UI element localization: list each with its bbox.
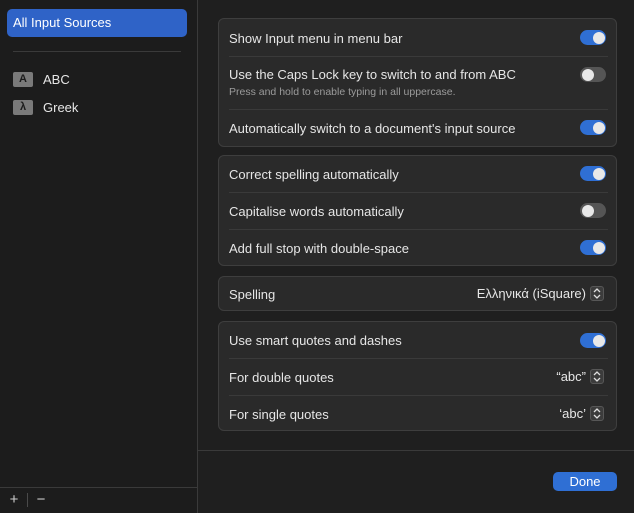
correct-spelling-toggle[interactable] bbox=[580, 166, 606, 181]
add-source-button[interactable]: + bbox=[5, 490, 23, 510]
sidebar-divider bbox=[13, 51, 181, 52]
double-quotes-value: “abc” bbox=[556, 369, 586, 384]
full-stop-label: Add full stop with double-space bbox=[229, 241, 409, 256]
toggle-knob bbox=[581, 204, 594, 217]
toggle-knob bbox=[581, 68, 594, 81]
capitalise-label: Capitalise words automatically bbox=[229, 204, 404, 219]
spelling-label: Spelling bbox=[229, 287, 276, 302]
auto-switch-row: Automatically switch to a document's inp… bbox=[219, 110, 616, 147]
show-input-menu-label: Show Input menu in menu bar bbox=[229, 31, 403, 46]
greek-keyboard-icon: λ bbox=[13, 99, 33, 115]
correct-spelling-row: Correct spelling automatically bbox=[219, 156, 616, 193]
correct-spelling-label: Correct spelling automatically bbox=[229, 167, 399, 182]
sidebar-footer-divider bbox=[0, 487, 197, 488]
full-stop-row: Add full stop with double-space bbox=[219, 230, 616, 266]
auto-switch-label: Automatically switch to a document's inp… bbox=[229, 121, 516, 136]
input-sources-sidebar: All Input Sources A ABC λ Greek + − bbox=[0, 0, 198, 513]
text-correction-group: Correct spelling automatically Capitalis… bbox=[218, 155, 617, 266]
smart-quotes-toggle[interactable] bbox=[580, 333, 606, 348]
smart-quotes-group: Use smart quotes and dashes For double q… bbox=[218, 321, 617, 431]
sidebar-item-label: Greek bbox=[43, 99, 79, 115]
footer-button-separator bbox=[27, 493, 28, 507]
input-menu-settings-group: Show Input menu in menu bar Use the Caps… bbox=[218, 18, 617, 147]
spelling-group: Spelling Ελληνικά (iSquare) bbox=[218, 276, 617, 311]
double-quotes-row: For double quotes “abc” bbox=[219, 359, 616, 396]
spelling-language-value: Ελληνικά (iSquare) bbox=[476, 286, 586, 301]
footer-divider bbox=[198, 450, 634, 451]
abc-keyboard-icon: A bbox=[13, 71, 33, 87]
toggle-knob bbox=[592, 334, 605, 347]
remove-source-button[interactable]: − bbox=[32, 490, 50, 510]
up-down-chevron-icon bbox=[590, 406, 604, 421]
auto-switch-toggle[interactable] bbox=[580, 120, 606, 135]
single-quotes-select[interactable]: ‘abc’ bbox=[559, 406, 604, 421]
toggle-knob bbox=[592, 31, 605, 44]
done-button[interactable]: Done bbox=[553, 472, 617, 491]
show-input-menu-row: Show Input menu in menu bar bbox=[219, 19, 616, 56]
sidebar-item-all-input-sources[interactable]: All Input Sources bbox=[7, 9, 187, 37]
double-quotes-select[interactable]: “abc” bbox=[556, 369, 604, 384]
capitalise-row: Capitalise words automatically bbox=[219, 193, 616, 230]
sidebar-item-greek[interactable]: λ Greek bbox=[13, 97, 78, 117]
sidebar-item-label: ABC bbox=[43, 71, 70, 87]
double-quotes-label: For double quotes bbox=[229, 370, 334, 385]
single-quotes-label: For single quotes bbox=[229, 407, 329, 422]
spelling-language-select[interactable]: Ελληνικά (iSquare) bbox=[477, 286, 604, 301]
toggle-knob bbox=[592, 167, 605, 180]
caps-lock-sublabel: Press and hold to enable typing in all u… bbox=[229, 86, 456, 98]
full-stop-toggle[interactable] bbox=[580, 240, 606, 255]
capitalise-toggle[interactable] bbox=[580, 203, 606, 218]
smart-quotes-label: Use smart quotes and dashes bbox=[229, 333, 402, 348]
single-quotes-row: For single quotes ‘abc’ bbox=[219, 396, 616, 431]
show-input-menu-toggle[interactable] bbox=[580, 30, 606, 45]
smart-quotes-row: Use smart quotes and dashes bbox=[219, 322, 616, 359]
caps-lock-row: Use the Caps Lock key to switch to and f… bbox=[219, 57, 616, 109]
up-down-chevron-icon bbox=[590, 286, 604, 301]
toggle-knob bbox=[592, 241, 605, 254]
caps-lock-toggle[interactable] bbox=[580, 67, 606, 82]
single-quotes-value: ‘abc’ bbox=[559, 406, 586, 421]
toggle-knob bbox=[592, 121, 605, 134]
sidebar-item-abc[interactable]: A ABC bbox=[13, 69, 70, 89]
caps-lock-label: Use the Caps Lock key to switch to and f… bbox=[229, 67, 516, 82]
spelling-row: Spelling Ελληνικά (iSquare) bbox=[219, 277, 616, 310]
up-down-chevron-icon bbox=[590, 369, 604, 384]
